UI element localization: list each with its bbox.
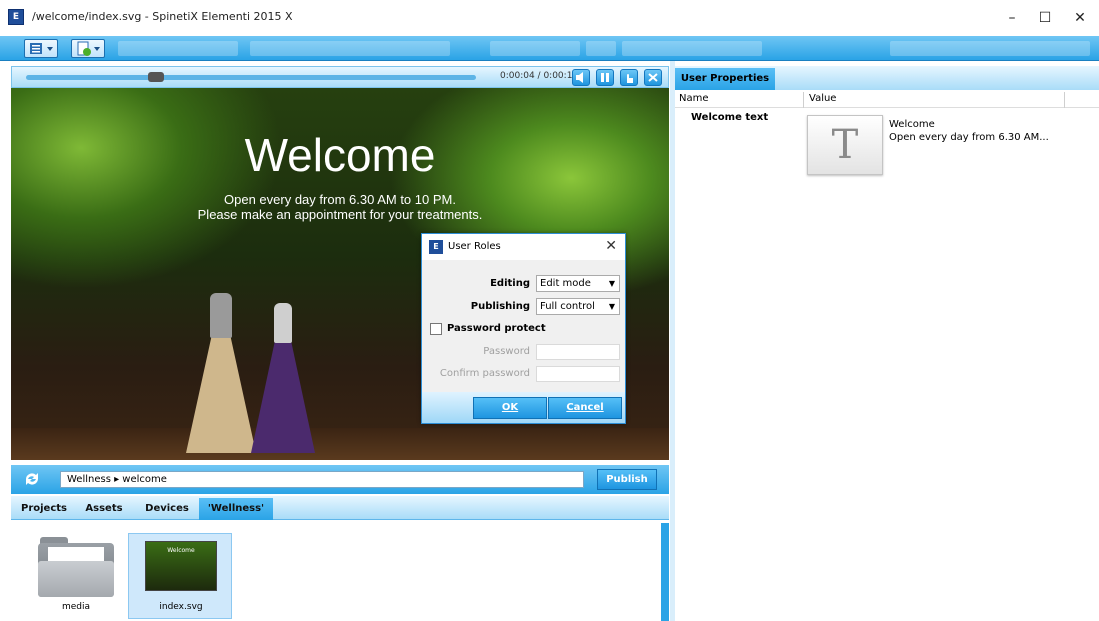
pause-button[interactable] [596, 69, 614, 86]
dialog-title: User Roles [448, 241, 501, 252]
font-family-select [490, 41, 580, 56]
property-value-line-1: Welcome [889, 119, 935, 130]
folder-label: media [61, 602, 91, 612]
properties-header: Name Value [675, 92, 1099, 108]
tab-projects[interactable]: Projects [17, 498, 71, 520]
main-toolbar [0, 36, 1099, 61]
publish-button[interactable]: Publish [597, 469, 657, 490]
new-document-icon [77, 41, 100, 56]
publishing-select[interactable]: Full control ▼ [536, 298, 620, 315]
preview-heading: Welcome [244, 129, 436, 181]
svg-thumbnail-icon[interactable]: Welcome [145, 541, 217, 591]
timeline-scrubber[interactable] [147, 72, 164, 82]
location-input[interactable]: Wellness ▸ welcome [60, 471, 584, 488]
publishing-label: Publishing [470, 301, 530, 312]
dialog-button-bar: OK Cancel [422, 392, 625, 423]
path-bar: Wellness ▸ welcome Publish [11, 465, 669, 494]
preview-line-2: Please make an appointment for your trea… [197, 207, 483, 222]
password-protect-checkbox[interactable] [430, 323, 442, 335]
editing-select[interactable]: Edit mode ▼ [536, 275, 620, 292]
close-preview-button[interactable] [644, 69, 662, 86]
editing-label: Editing [490, 278, 530, 289]
preview-line-1: Open every day from 6.30 AM to 10 PM. [224, 192, 456, 207]
menu-button[interactable] [24, 39, 58, 58]
property-value-line-2: Open every day from 6.30 AM... [889, 132, 1049, 143]
file-browser: media Welcome index.svg [11, 520, 669, 621]
disabled-toolbar-group [118, 41, 238, 56]
align-tools-group [890, 41, 1090, 56]
incense-cone-tip [274, 303, 292, 343]
text-type-icon[interactable]: T [807, 115, 883, 175]
app-icon: E [429, 240, 443, 254]
time-display: 0:00:04 / 0:00:15 [500, 71, 579, 81]
folder-icon[interactable] [38, 537, 114, 597]
title-bar: E /welcome/index.svg - SpinetiX Elementi… [0, 0, 1099, 36]
confirm-password-label: Confirm password [439, 368, 530, 379]
close-icon [648, 73, 658, 82]
column-value[interactable]: Value [809, 93, 836, 104]
preview-control-bar: 0:00:04 / 0:00:15 [11, 66, 669, 88]
cancel-button[interactable]: Cancel [548, 397, 622, 419]
speaker-icon [576, 72, 583, 83]
tab-user-properties[interactable]: User Properties [675, 68, 775, 90]
timeline-track[interactable] [26, 75, 476, 80]
thumbnail-title: Welcome [167, 547, 195, 554]
mute-button[interactable] [572, 69, 590, 86]
text-format-group [622, 41, 762, 56]
refresh-button[interactable] [21, 469, 43, 489]
confirm-password-field[interactable] [536, 366, 620, 382]
user-roles-dialog: E User Roles ✕ Editing Edit mode ▼ Publi… [421, 233, 626, 424]
window-title: /welcome/index.svg - SpinetiX Elementi 2… [32, 10, 293, 23]
browser-tabs: Projects Assets Devices 'Wellness' [11, 496, 669, 520]
app-icon: E [8, 9, 24, 25]
new-document-button[interactable] [71, 39, 105, 58]
publishing-value: Full control [540, 301, 595, 312]
vertical-scrollbar[interactable] [661, 523, 669, 621]
ok-button[interactable]: OK [473, 397, 547, 419]
password-field[interactable] [536, 344, 620, 360]
property-label: Welcome text [691, 112, 769, 123]
pause-icon [601, 73, 609, 82]
font-size-select [586, 41, 616, 56]
tab-assets[interactable]: Assets [77, 498, 131, 520]
menu-icon [30, 43, 53, 54]
properties-tabbar: User Properties [675, 66, 1099, 90]
column-divider [803, 92, 804, 108]
column-divider [1064, 92, 1065, 108]
dialog-close-button[interactable]: ✕ [605, 238, 617, 254]
disabled-toolbar-group [250, 41, 450, 56]
file-label: index.svg [159, 602, 203, 612]
interact-button[interactable] [620, 69, 638, 86]
tab-wellness[interactable]: 'Wellness' [199, 498, 273, 520]
dialog-title-bar: E User Roles ✕ [422, 234, 625, 260]
chevron-down-icon: ▼ [608, 302, 615, 311]
tab-devices[interactable]: Devices [139, 498, 195, 520]
password-label: Password [483, 346, 530, 357]
wooden-table [11, 428, 669, 460]
editing-value: Edit mode [540, 278, 591, 289]
property-value[interactable]: Welcome Open every day from 6.30 AM... [889, 118, 1049, 144]
hand-pointer-icon [627, 74, 633, 83]
column-name[interactable]: Name [679, 93, 709, 104]
properties-list: Welcome text T Welcome Open every day fr… [675, 108, 1099, 621]
refresh-icon [26, 473, 38, 485]
password-protect-label: Password protect [447, 323, 546, 334]
incense-cone-tip [210, 293, 232, 338]
close-button[interactable]: ✕ [1058, 4, 1099, 32]
chevron-down-icon: ▼ [608, 279, 615, 288]
